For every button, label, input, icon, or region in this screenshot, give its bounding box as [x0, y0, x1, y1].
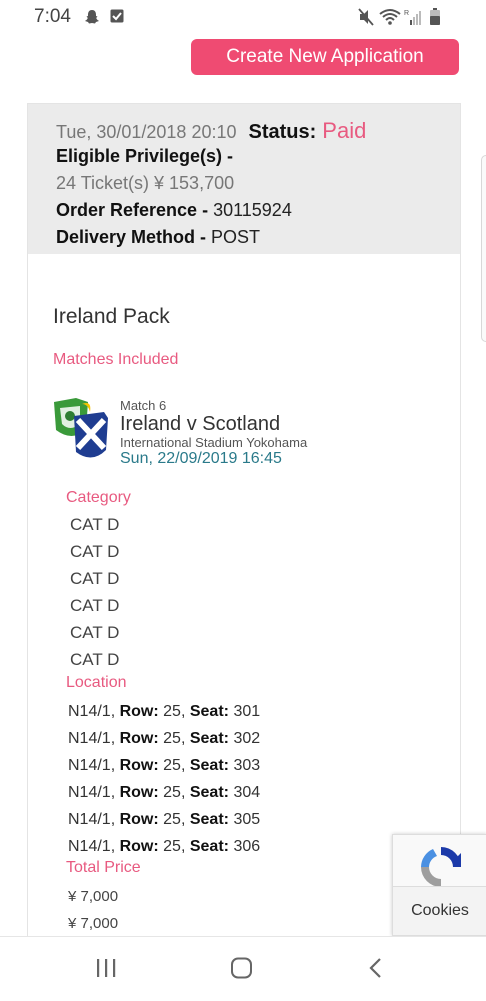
location-block: N14/1,	[68, 811, 116, 828]
create-new-application-button[interactable]: Create New Application	[191, 39, 459, 75]
seat-label: Seat:	[189, 757, 229, 774]
seat-label: Seat:	[189, 811, 229, 828]
seat-label: Seat:	[189, 838, 229, 855]
delivery-method: Delivery Method - POST	[56, 227, 460, 254]
location-block: N14/1,	[68, 784, 116, 801]
location-row: 25,	[163, 730, 186, 747]
location-row: 25,	[163, 703, 186, 720]
privilege-value: 24 Ticket(s) ¥ 153,700	[56, 173, 235, 193]
location-item: N14/1, Row: 25, Seat: 302	[68, 728, 260, 755]
cookies-link[interactable]: Cookies	[393, 886, 486, 935]
total-price-heading: Total Price	[66, 859, 141, 876]
match-date: Sun, 22/09/2019 16:45	[120, 450, 282, 467]
row-label: Row:	[119, 838, 159, 855]
location-seat: 302	[233, 730, 261, 747]
match-number: Match 6	[120, 398, 167, 413]
location-block: N14/1,	[68, 703, 116, 720]
location-seat: 303	[233, 757, 261, 774]
status-label: Status:	[248, 121, 317, 143]
match-venue: International Stadium Yokohama	[120, 435, 308, 450]
status-badge: Paid	[322, 118, 367, 143]
order-header-row: Tue, 30/01/2018 20:10 Status: Paid	[56, 118, 460, 146]
row-label: Row:	[119, 703, 159, 720]
row-label: Row:	[119, 784, 159, 801]
recent-apps-icon[interactable]	[95, 957, 117, 979]
order-datetime: Tue, 30/01/2018 20:10	[56, 122, 237, 142]
seat-label: Seat:	[189, 703, 229, 720]
battery-icon	[430, 8, 440, 25]
row-label: Row:	[119, 730, 159, 747]
matches-heading: Matches Included	[53, 351, 179, 368]
scotland-crest-icon	[74, 412, 108, 458]
signal-icon: R	[404, 10, 421, 25]
order-summary: Tue, 30/01/2018 20:10 Status: Paid Eligi…	[28, 104, 460, 254]
location-seat: 306	[233, 838, 261, 855]
row-label: Row:	[119, 757, 159, 774]
pack-title: Ireland Pack	[53, 305, 170, 328]
location-seat: 304	[233, 784, 261, 801]
category-list: CAT D CAT D CAT D CAT D CAT D CAT D	[70, 514, 119, 676]
reference-label: Order Reference -	[56, 200, 209, 220]
location-row: 25,	[163, 838, 186, 855]
price-list: ¥ 7,000 ¥ 7,000	[68, 886, 118, 940]
location-block: N14/1,	[68, 730, 116, 747]
location-seat: 305	[233, 811, 261, 828]
category-item: CAT D	[70, 569, 120, 588]
location-item: N14/1, Row: 25, Seat: 304	[68, 782, 260, 809]
location-block: N14/1,	[68, 838, 116, 855]
location-row: 25,	[163, 811, 186, 828]
match-details: Match 6 Ireland v Scotland International…	[120, 398, 307, 468]
status-bar: 7:04 R	[0, 0, 486, 36]
recaptcha-badge[interactable]: Cookies	[392, 834, 486, 936]
snapchat-icon	[85, 10, 99, 24]
location-heading: Location	[66, 674, 127, 691]
team-crests-icon	[54, 398, 108, 458]
home-icon[interactable]	[230, 957, 254, 979]
row-label: Row:	[119, 811, 159, 828]
system-status-icons: R	[358, 8, 440, 26]
reference-value: 30115924	[213, 200, 292, 220]
mute-icon	[358, 8, 374, 26]
category-item: CAT D	[70, 596, 120, 615]
navigation-bar	[0, 936, 486, 1001]
order-reference: Order Reference - 30115924	[56, 200, 460, 227]
delivery-value: POST	[211, 227, 261, 247]
category-heading: Category	[66, 489, 131, 506]
location-item: N14/1, Row: 25, Seat: 305	[68, 809, 260, 836]
location-block: N14/1,	[68, 757, 116, 774]
location-row: 25,	[163, 757, 186, 774]
category-item: CAT D	[70, 650, 120, 669]
location-list: N14/1, Row: 25, Seat: 301 N14/1, Row: 25…	[68, 701, 260, 863]
location-seat: 301	[233, 703, 261, 720]
match-name: Ireland v Scotland	[120, 413, 281, 435]
location-item: N14/1, Row: 25, Seat: 301	[68, 701, 260, 728]
price-item: ¥ 7,000	[68, 888, 119, 905]
delivery-label: Delivery Method -	[56, 227, 207, 247]
category-item: CAT D	[70, 623, 120, 642]
category-item: CAT D	[70, 542, 120, 561]
location-item: N14/1, Row: 25, Seat: 303	[68, 755, 260, 782]
wifi-icon	[379, 9, 401, 25]
application-card: Tue, 30/01/2018 20:10 Status: Paid Eligi…	[27, 103, 461, 954]
back-icon[interactable]	[368, 957, 384, 979]
clock: 7:04	[34, 6, 71, 27]
location-row: 25,	[163, 784, 186, 801]
category-item: CAT D	[70, 515, 120, 534]
seat-label: Seat:	[189, 730, 229, 747]
side-panel-edge	[481, 155, 486, 342]
seat-label: Seat:	[189, 784, 229, 801]
privilege-label: Eligible Privilege(s) -	[56, 146, 234, 166]
checkbox-icon	[110, 9, 124, 23]
svg-text:R: R	[404, 10, 409, 17]
